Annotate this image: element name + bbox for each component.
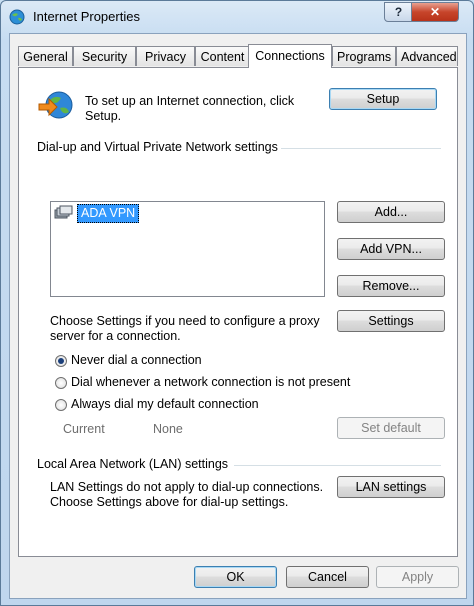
title-bar[interactable]: Internet Properties ? ✕ — [1, 1, 473, 33]
settings-button-label: Settings — [368, 314, 414, 328]
tab-advanced[interactable]: Advanced — [396, 46, 458, 66]
tab-general[interactable]: General — [18, 46, 73, 66]
radio-dial-whenever-label[interactable]: Dial whenever a network connection is no… — [71, 375, 350, 390]
help-button[interactable]: ? — [384, 2, 413, 22]
add-button-label: Add... — [374, 205, 408, 219]
remove-button[interactable]: Remove... — [337, 275, 445, 297]
dialup-heading: Dial-up and Virtual Private Network sett… — [37, 140, 278, 154]
tab-privacy[interactable]: Privacy — [136, 46, 195, 66]
proxy-description: Choose Settings if you need to configure… — [50, 314, 320, 343]
internet-globe-icon — [9, 9, 25, 25]
setup-button-label: Setup — [366, 92, 400, 106]
connection-wizard-icon — [38, 91, 73, 119]
dialog-client-area: General Security Privacy Content Connect… — [9, 33, 467, 599]
window-title: Internet Properties — [33, 9, 140, 24]
lan-divider — [234, 465, 441, 466]
dialup-divider — [281, 148, 441, 149]
internet-properties-window: Internet Properties ? ✕ General Security… — [0, 0, 474, 606]
settings-button[interactable]: Settings — [337, 310, 445, 332]
list-item-label: ADA VPN — [77, 204, 140, 223]
network-connection-icon — [54, 205, 73, 219]
cancel-button[interactable]: Cancel — [286, 566, 369, 588]
radio-never-dial[interactable] — [55, 355, 67, 367]
remove-button-label: Remove... — [362, 279, 420, 293]
current-value: None — [153, 422, 183, 436]
add-vpn-button[interactable]: Add VPN... — [337, 238, 445, 260]
set-default-button-label: Set default — [361, 421, 421, 435]
lan-description: LAN Settings do not apply to dial-up con… — [50, 480, 324, 509]
connections-tab-panel: To set up an Internet connection, click … — [18, 67, 458, 557]
ok-button-label: OK — [226, 570, 245, 584]
tab-security[interactable]: Security — [73, 46, 136, 66]
tab-programs[interactable]: Programs — [332, 46, 396, 66]
radio-dial-whenever[interactable] — [55, 377, 67, 389]
radio-always-dial-label[interactable]: Always dial my default connection — [71, 397, 259, 412]
tab-content[interactable]: Content — [195, 46, 250, 66]
lan-settings-button-label: LAN settings — [355, 480, 427, 494]
lan-settings-button[interactable]: LAN settings — [337, 476, 445, 498]
ok-button[interactable]: OK — [194, 566, 277, 588]
setup-button[interactable]: Setup — [329, 88, 437, 110]
radio-always-dial[interactable] — [55, 399, 67, 411]
add-button[interactable]: Add... — [337, 201, 445, 223]
close-button[interactable]: ✕ — [411, 2, 459, 22]
radio-never-dial-label[interactable]: Never dial a connection — [71, 353, 202, 368]
setup-description: To set up an Internet connection, click … — [85, 94, 295, 123]
apply-button[interactable]: Apply — [376, 566, 459, 588]
radio-selected-dot — [58, 358, 64, 364]
apply-button-label: Apply — [401, 570, 434, 584]
set-default-button[interactable]: Set default — [337, 417, 445, 439]
tab-connections[interactable]: Connections — [248, 44, 332, 68]
cancel-button-label: Cancel — [308, 570, 347, 584]
connection-list[interactable]: ADA VPN — [50, 201, 325, 297]
add-vpn-button-label: Add VPN... — [360, 242, 422, 256]
lan-heading: Local Area Network (LAN) settings — [37, 457, 229, 471]
current-label: Current — [63, 422, 105, 436]
